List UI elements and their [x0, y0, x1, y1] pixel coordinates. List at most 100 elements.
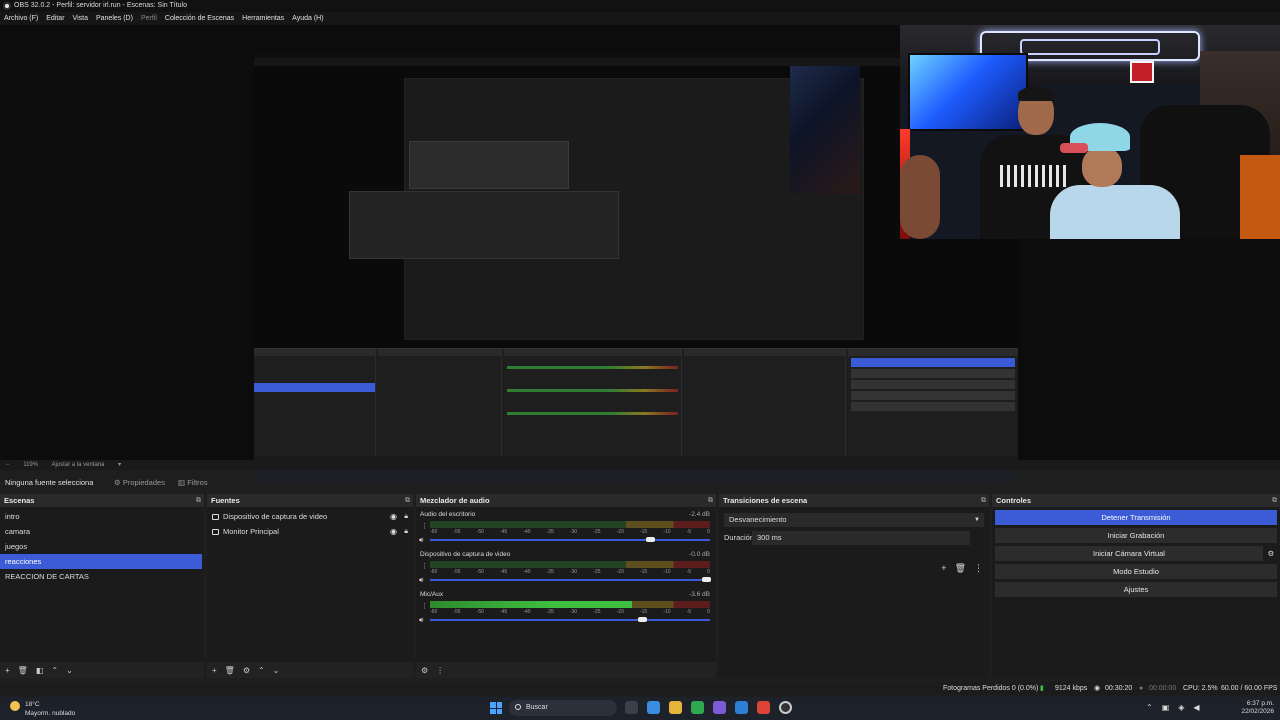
file-explorer-icon[interactable] [669, 701, 682, 714]
scene-item-reaccion-de-cartas[interactable]: REACCION DE CARTAS [0, 569, 204, 584]
zoom-level[interactable]: 119% [23, 462, 38, 468]
menu-tools[interactable]: Herramientas [242, 12, 284, 25]
volume-icon[interactable]: ◀ [1193, 703, 1199, 712]
dock-float-icon[interactable]: ⧉ [708, 494, 713, 507]
scene-item-camara[interactable]: camara [0, 524, 204, 539]
meter-tick-label: -35 [546, 529, 554, 535]
dock-float-icon[interactable]: ⧉ [405, 494, 410, 507]
start-recording-button[interactable]: Iniciar Grabación [995, 528, 1277, 543]
remove-transition-icon[interactable]: 🗑 [955, 563, 966, 574]
dropped-frames: Fotogramas Perdidos 0 (0.0%) [943, 685, 1039, 692]
zoom-minus-button[interactable]: − [6, 462, 10, 468]
preview-canvas[interactable] [0, 25, 1280, 482]
dock-float-icon[interactable]: ⧉ [196, 494, 201, 507]
move-down-icon[interactable]: ⌄ [273, 666, 280, 675]
tray-app-icon[interactable]: ▣ [1162, 703, 1170, 712]
taskbar-clock[interactable]: 6:37 p.m. 22/02/2026 [1241, 700, 1274, 716]
settings-button[interactable]: Ajustes [995, 582, 1277, 597]
weather-widget[interactable]: 18°C Mayorm. nublado [25, 700, 75, 718]
volume-slider-handle[interactable] [637, 617, 647, 622]
settings-icon[interactable]: ⚙ [243, 666, 250, 675]
weather-icon[interactable] [10, 701, 20, 711]
studio-mode-button[interactable]: Modo Estudio [995, 564, 1277, 579]
zoom-dropdown-icon[interactable]: ▾ [118, 462, 121, 468]
move-down-icon[interactable]: ⌄ [66, 666, 73, 675]
scenes-list: intro camara juegos reacciones REACCION … [0, 507, 204, 662]
properties-button[interactable]: ⚙ Propiedades [114, 476, 165, 490]
menu-file[interactable]: Archivo (F) [4, 12, 38, 25]
add-source-icon[interactable]: + [212, 666, 217, 675]
nested-scene-row [254, 356, 375, 365]
channel-menu-icon[interactable]: ⋮ [421, 602, 428, 610]
volume-slider-handle[interactable] [702, 577, 712, 582]
meter-tick-label: -40 [523, 529, 531, 535]
duration-input[interactable]: 300 ms [752, 531, 970, 545]
speaker-icon[interactable]: 🔊︎ [419, 617, 423, 625]
chrome-icon[interactable] [757, 701, 770, 714]
visibility-eye-icon[interactable]: ◉ [390, 509, 397, 524]
scenes-header: Escenas ⧉ [0, 494, 204, 507]
source-label: Monitor Principal [223, 527, 279, 536]
app-icon[interactable] [713, 701, 726, 714]
lock-icon[interactable]: 🔒︎ [404, 509, 408, 524]
sources-header: Fuentes ⧉ [207, 494, 413, 507]
source-item[interactable]: Monitor Principal ◉ 🔒︎ [207, 524, 413, 539]
meter-tick-label: -55 [453, 569, 461, 575]
menu-view[interactable]: Vista [73, 12, 88, 25]
speaker-icon[interactable]: 🔊︎ [419, 537, 423, 545]
volume-slider[interactable] [430, 617, 710, 622]
meter-tick-label: -60 [430, 609, 438, 615]
meter-tick-label: -15 [639, 569, 648, 575]
scene-item-reacciones[interactable]: reacciones [0, 554, 202, 569]
dock-float-icon[interactable]: ⧉ [981, 494, 986, 507]
dock-float-icon[interactable]: ⧉ [1272, 494, 1277, 507]
filters-button[interactable]: ▥ Filtros [178, 476, 208, 490]
windows-start-icon[interactable] [490, 702, 502, 714]
speaker-icon[interactable]: 🔊︎ [419, 577, 423, 585]
scene-item-intro[interactable]: intro [0, 509, 204, 524]
tray-expand-icon[interactable]: ⌃ [1146, 703, 1153, 712]
volume-slider[interactable] [430, 577, 712, 582]
channel-menu-icon[interactable]: ⋮ [421, 522, 428, 530]
volume-slider[interactable] [430, 537, 710, 542]
lock-icon[interactable]: 🔒︎ [404, 524, 408, 539]
source-item[interactable]: Dispositivo de captura de video ◉ 🔒︎ [207, 509, 413, 524]
menu-docks[interactable]: Paneles (D) [96, 12, 133, 25]
copilot-icon[interactable] [647, 701, 660, 714]
gear-icon[interactable]: ⚙ [1265, 546, 1277, 561]
filter-icon[interactable]: ◧ [36, 666, 44, 675]
fit-window-button[interactable]: Ajustar a la ventana [51, 462, 104, 468]
obs-taskbar-icon[interactable] [779, 701, 792, 714]
stop-streaming-button[interactable]: Detener Transmisión [995, 510, 1277, 525]
scene-item-juegos[interactable]: juegos [0, 539, 204, 554]
move-up-icon[interactable]: ⌃ [258, 666, 265, 675]
visibility-eye-icon[interactable]: ◉ [390, 524, 397, 539]
channel-menu-icon[interactable]: ⋮ [421, 562, 428, 570]
taskbar-search[interactable]: Buscar [509, 700, 617, 716]
mixer-header: Mezclador de audio ⧉ [416, 494, 716, 507]
move-up-icon[interactable]: ⌃ [51, 666, 58, 675]
nested-control-button [851, 358, 1015, 367]
menu-scene-collection[interactable]: Colección de Escenas [165, 12, 234, 25]
transition-select[interactable]: Desvanecimiento ▼ [724, 513, 984, 527]
menu-help[interactable]: Ayuda (H) [292, 12, 323, 25]
remove-scene-icon[interactable]: 🗑 [18, 666, 28, 675]
nested-camera-feed [790, 66, 860, 194]
task-view-icon[interactable] [625, 701, 638, 714]
controls-title: Controles [996, 496, 1032, 505]
add-scene-icon[interactable]: + [5, 666, 10, 675]
meter-tick-label: -50 [476, 609, 484, 615]
meter-tick-label: -35 [546, 569, 554, 575]
more-options-icon[interactable]: ⋮ [974, 563, 983, 574]
network-icon[interactable]: ◈ [1178, 703, 1184, 712]
start-virtual-camera-button[interactable]: Iniciar Cámara Virtual ⚙ [995, 546, 1277, 561]
remove-source-icon[interactable]: 🗑 [225, 666, 235, 675]
volume-slider-handle[interactable] [646, 537, 656, 542]
more-options-icon[interactable]: ⋮ [436, 666, 444, 675]
edge-icon[interactable] [735, 701, 748, 714]
audio-settings-icon[interactable]: ⚙ [421, 666, 428, 675]
add-transition-icon[interactable]: + [941, 563, 946, 574]
menu-edit[interactable]: Editar [46, 12, 64, 25]
store-icon[interactable] [691, 701, 704, 714]
menu-profile[interactable]: Perfil [141, 12, 157, 25]
